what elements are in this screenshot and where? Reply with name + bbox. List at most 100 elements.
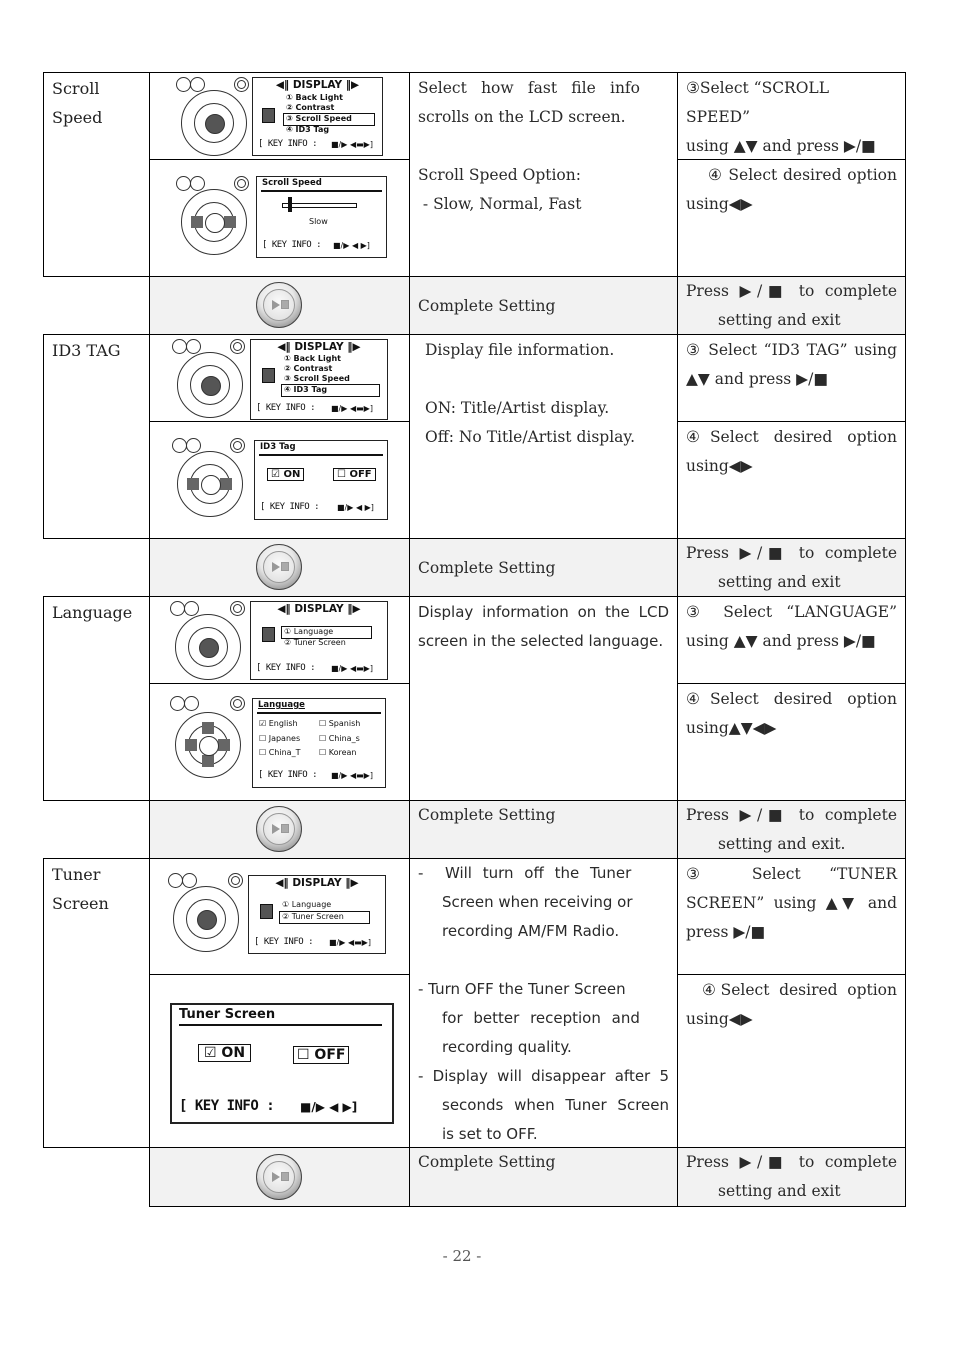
monitor-icon <box>262 627 275 642</box>
desc-line: screen in the selected language. <box>418 632 664 650</box>
description-cell: - Will turn off the Tuner Screen when re… <box>409 858 678 1148</box>
complete-instr-cell: Press ▶/■ to complete setting and exit <box>677 538 906 597</box>
lcd-menu-item: ④ ID3 Tag <box>286 125 330 134</box>
description-text: - Will turn off the Tuner Screen when re… <box>418 859 669 1149</box>
lcd-display-language: Language ☑ English ☐ Spanish ☐ Japanes ☐… <box>252 698 386 788</box>
step-line: ④Select desired option <box>702 981 897 999</box>
language-option: ☐ China_T <box>259 748 301 757</box>
section-label: ID3 TAG <box>52 341 121 360</box>
step4-text: ④Select desired option using◀▶ <box>686 423 897 481</box>
control-wheel-icon <box>177 451 243 517</box>
language-option: ☐ Korean <box>319 748 357 757</box>
slider-thumb <box>288 197 292 212</box>
lcd-keys: ■/▶ ◀▬▶] <box>331 140 373 149</box>
section-label: Tuner Screen <box>52 860 109 918</box>
control-wheel-icon <box>175 614 241 680</box>
lcd-title: Scroll Speed <box>262 178 322 188</box>
complete-label-cell: Complete Setting <box>409 276 678 335</box>
complete-instr-cell: Press ▶/■ to complete setting and exit. <box>677 800 906 859</box>
blank-cell <box>43 538 150 597</box>
lcd-display-menu: ◀‖ DISPLAY ‖▶ ① Language ② Tuner Screen … <box>250 601 388 680</box>
device-illustration: ID3 Tag ☑ ON ☐ OFF [ KEY INFO : ■/▶ ◀ ▶] <box>172 436 388 526</box>
play-button-cell <box>149 538 410 597</box>
desc-line: Screen when receiving or <box>442 893 633 911</box>
button-icon <box>170 696 185 711</box>
lcd-header: ◀‖ DISPLAY ‖▶ <box>275 79 360 91</box>
button-icon <box>186 339 201 354</box>
illustration-cell: Scroll Speed Slow [ KEY INFO : ■/▶ ◀ ▶] <box>149 159 410 277</box>
button-icon <box>168 873 183 888</box>
instr-line: setting and exit <box>718 1182 841 1200</box>
language-option: ☐ Japanes <box>259 734 301 743</box>
lcd-display-toggle: ID3 Tag ☑ ON ☐ OFF [ KEY INFO : ■/▶ ◀ ▶] <box>254 440 388 520</box>
step3-text: ③Select “SCROLL SPEED” using ▲▼ and pres… <box>686 74 897 161</box>
step-line: SCREEN” using ▲▼ and <box>686 894 897 912</box>
step-line: using◀▶ <box>686 195 753 213</box>
lcd-menu-item: ② Tuner Screen <box>284 638 346 647</box>
complete-label-cell: Complete Setting <box>409 538 678 597</box>
step-line: using ▲▼ and press ▶/■ <box>686 632 876 650</box>
step-line: using◀▶ <box>686 457 753 475</box>
complete-label-cell: Complete Setting <box>409 1147 678 1207</box>
instr-line: Press ▶/■ to complete <box>686 806 897 824</box>
lcd-rule <box>259 454 383 456</box>
lcd-menu-item: ① Back Light <box>284 354 341 363</box>
page-number: - 22 - <box>442 1247 482 1265</box>
lcd-menu-item-selected: ④ ID3 Tag <box>284 385 328 394</box>
play-stop-button-icon <box>256 282 302 328</box>
play-button-cell <box>149 276 410 335</box>
lcd-keyinfo: [ KEY INFO : <box>262 240 322 250</box>
step4-cell: ④Select desired option using◀▶ <box>677 421 906 539</box>
illustration-cell: Tuner Screen ☑ ON ☐ OFF [ KEY INFO : ■/▶… <box>149 974 410 1148</box>
step-line: ④Select desired option <box>686 428 897 446</box>
desc-line: Scroll Speed Option: <box>418 166 581 184</box>
complete-instr: Press ▶/■ to complete setting and exit <box>686 1148 897 1206</box>
monitor-icon <box>260 904 273 919</box>
complete-label: Complete Setting <box>418 559 556 577</box>
lcd-keyinfo: [ KEY INFO : <box>254 937 314 947</box>
instr-line: setting and exit <box>718 311 841 329</box>
lcd-keyinfo: [ KEY INFO : <box>179 1098 275 1114</box>
step4-text: ④ Select desired option using◀▶ <box>686 161 897 219</box>
step-line: using◀▶ <box>686 1010 753 1028</box>
lcd-option-off: ☐ OFF <box>293 1046 350 1064</box>
desc-line: ON: Title/Artist display. <box>425 399 610 417</box>
lcd-option-on: ☑ ON <box>198 1044 252 1062</box>
play-button-cell <box>149 800 410 859</box>
label-line: Scroll <box>52 79 100 98</box>
instr-line: Press ▶/■ to complete <box>686 282 897 300</box>
lcd-keys: ■/▶ ◀▬▶] <box>329 938 371 947</box>
monitor-icon <box>262 108 275 123</box>
label-line: Tuner <box>52 865 101 884</box>
step-line: ▲▼ and press ▶/■ <box>686 370 828 388</box>
control-wheel-icon <box>181 189 247 255</box>
button-icon <box>182 873 197 888</box>
power-button-icon <box>230 339 245 354</box>
lcd-display-menu: ◀‖ DISPLAY ‖▶ ① Back Light ② Contrast ③ … <box>252 77 383 156</box>
device-illustration: Scroll Speed Slow [ KEY INFO : ■/▶ ◀ ▶] <box>176 174 387 264</box>
device-illustration: ◀‖ DISPLAY ‖▶ ① Back Light ② Contrast ③ … <box>172 337 388 421</box>
desc-line: Off: No Title/Artist display. <box>425 428 636 446</box>
illustration-cell: ◀‖ DISPLAY ‖▶ ① Language ② Tuner Screen … <box>149 858 410 975</box>
lcd-keyinfo: [ KEY INFO : <box>260 502 320 512</box>
button-icon <box>184 601 199 616</box>
section-label: Scroll Speed <box>52 74 102 132</box>
language-option: ☐ China_s <box>319 734 360 743</box>
lcd-keys: ■/▶ ◀▬▶] <box>331 404 373 413</box>
power-button-icon <box>230 601 245 616</box>
section-label-cell: Scroll Speed <box>43 72 150 277</box>
lcd-display-menu: ◀‖ DISPLAY ‖▶ ① Back Light ② Contrast ③ … <box>250 339 388 420</box>
lcd-menu-item-selected: ① Language <box>284 627 334 636</box>
button-icon <box>170 601 185 616</box>
step-line: using▲▼◀▶ <box>686 719 777 737</box>
lcd-rule <box>261 190 382 192</box>
device-illustration: ◀‖ DISPLAY ‖▶ ① Language ② Tuner Screen … <box>170 599 390 683</box>
section-label-cell: ID3 TAG <box>43 334 150 539</box>
description-text: Display information on the LCD screen in… <box>418 598 669 656</box>
desc-line: - Slow, Normal, Fast <box>418 195 582 213</box>
desc-line: - Turn OFF the Tuner Screen <box>418 980 626 998</box>
step3-text: ③ Select “LANGUAGE” using ▲▼ and press ▶… <box>686 598 897 656</box>
desc-line: is set to OFF. <box>442 1125 538 1143</box>
slider-track <box>282 203 357 208</box>
control-wheel-icon <box>173 886 239 952</box>
